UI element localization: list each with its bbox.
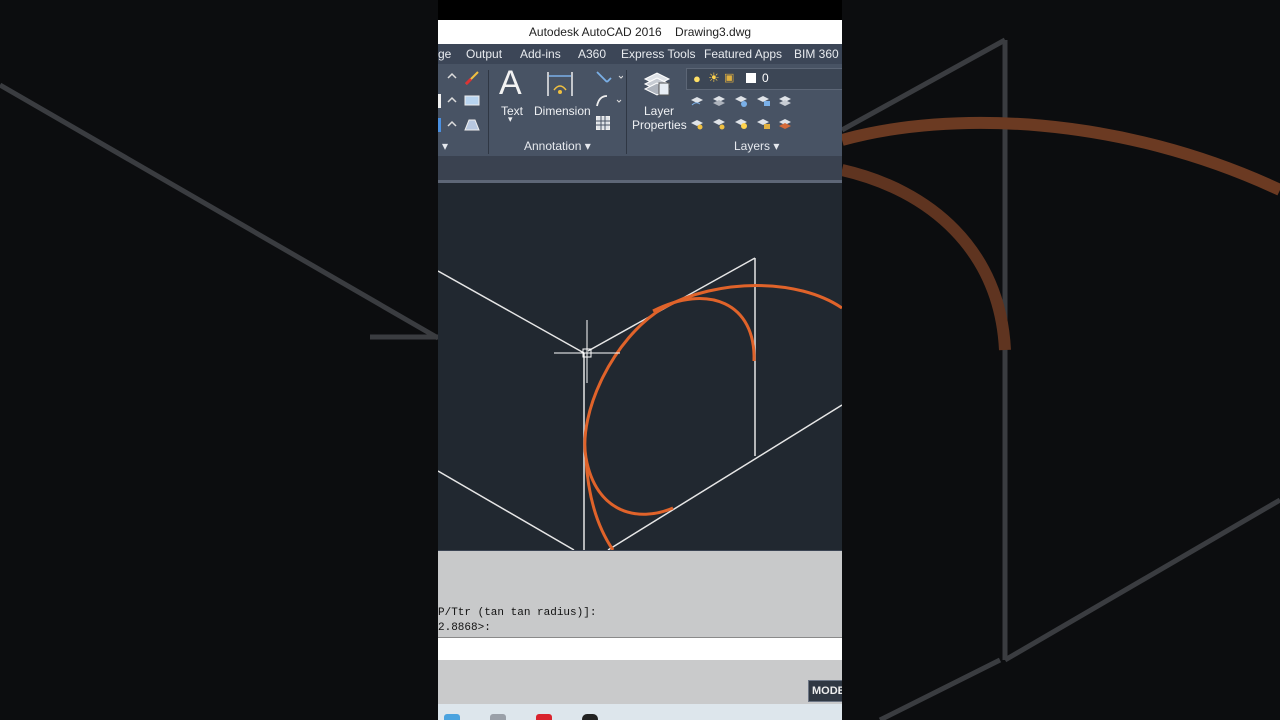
tab-a360[interactable]: A360 — [578, 47, 606, 61]
layer-dropdown[interactable]: ● ☀ ▣ 0 — [686, 68, 842, 90]
color-swatch-icon — [746, 73, 756, 83]
command-history: P/Ttr (tan tan radius)]: 2.8868>: — [438, 551, 842, 637]
taskbar-app-icon[interactable] — [490, 714, 506, 720]
top-black-bar — [438, 0, 842, 20]
app-title: Autodesk AutoCAD 2016 — [528, 25, 662, 39]
taskbar-app-icon[interactable] — [444, 714, 460, 720]
crosshair-cursor — [554, 320, 620, 383]
line-top-left — [438, 270, 585, 354]
layer-properties-label-1[interactable]: Layer — [644, 104, 674, 118]
autocad-window: Autodesk AutoCAD 2016 Drawing3.dwg ge Ou… — [438, 0, 842, 720]
title-bar: Autodesk AutoCAD 2016 Drawing3.dwg — [438, 20, 842, 44]
taskbar-app-icon[interactable] — [582, 714, 598, 720]
line-bottom-left — [438, 470, 575, 551]
layer-tool-icon[interactable] — [690, 95, 705, 107]
dimension-icon[interactable] — [546, 70, 576, 100]
layer-properties-icon[interactable] — [643, 69, 673, 99]
layer-tool-icon[interactable] — [690, 118, 705, 130]
table-icon[interactable] — [596, 116, 610, 130]
circle-arc-inner — [652, 297, 756, 362]
tab-output[interactable]: Output — [466, 47, 502, 61]
annotation-panel-label[interactable]: Annotation ▾ — [524, 139, 591, 153]
text-icon[interactable]: A — [499, 64, 522, 103]
dimension-tool-label[interactable]: Dimension — [534, 104, 591, 118]
document-tab-bar — [438, 156, 842, 182]
command-history-line: P/Ttr (tan tan radius)]: — [438, 607, 597, 619]
tab-manage[interactable]: ge — [438, 47, 451, 61]
lock-icon: ▣ — [724, 72, 735, 84]
model-space-button[interactable]: MODE — [808, 680, 842, 702]
layer-tool-icon[interactable] — [778, 95, 793, 107]
tab-bim-360[interactable]: BIM 360 — [794, 47, 839, 61]
chevron-down-icon[interactable]: ▾ — [442, 139, 448, 153]
current-layer-name: 0 — [762, 71, 769, 85]
layer-properties-label-2[interactable]: Properties — [632, 118, 687, 132]
document-title: Drawing3.dwg — [675, 25, 752, 39]
drawing-canvas[interactable] — [438, 183, 842, 551]
modify-panel-icons — [438, 71, 480, 132]
layer-tool-icon[interactable] — [712, 95, 727, 107]
status-bar — [438, 660, 842, 704]
layer-tool-icon[interactable] — [756, 95, 771, 107]
sun-icon: ☀ — [708, 70, 720, 85]
layer-tool-icon[interactable] — [734, 118, 749, 130]
autocad-taskbar-icon[interactable] — [536, 714, 552, 720]
layer-tool-icon[interactable] — [778, 118, 793, 130]
panel-separator — [626, 70, 627, 154]
line-bottom-right — [607, 404, 842, 551]
ribbon-tabs: ge Output Add-ins A360 Express Tools Fea… — [438, 44, 842, 64]
command-history-line: 2.8868>: — [438, 622, 491, 634]
layers-panel-label[interactable]: Layers ▾ — [734, 139, 779, 153]
tab-express-tools[interactable]: Express Tools — [621, 47, 695, 61]
layer-tool-icon[interactable] — [756, 118, 771, 130]
layer-tool-icon[interactable] — [734, 95, 749, 107]
chevron-down-icon[interactable]: ▾ — [508, 114, 513, 125]
command-input[interactable] — [438, 637, 842, 660]
tab-featured-apps[interactable]: Featured Apps — [704, 47, 782, 61]
layer-tool-icon[interactable] — [712, 118, 727, 130]
lightbulb-icon: ● — [693, 71, 701, 86]
drawing-viewport[interactable] — [438, 183, 842, 551]
tab-add-ins[interactable]: Add-ins — [520, 47, 561, 61]
taskbar — [438, 704, 842, 720]
circle-arc-large — [583, 284, 842, 516]
panel-separator — [488, 70, 489, 154]
